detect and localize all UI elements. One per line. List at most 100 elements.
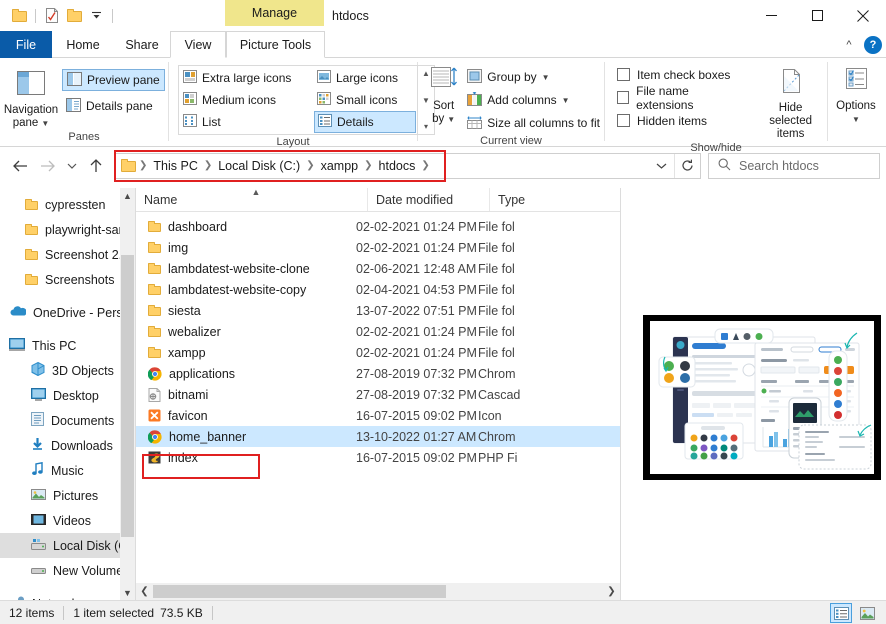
sidebar-item-music[interactable]: Music <box>0 458 135 483</box>
sidebar-item-onedrive[interactable]: OneDrive - Person <box>0 300 135 325</box>
breadcrumb-separator[interactable]: ❯ <box>363 160 373 171</box>
breadcrumb-separator[interactable]: ❯ <box>420 160 430 171</box>
minimize-button[interactable] <box>748 0 794 31</box>
add-columns-button[interactable]: Add columns ▼ <box>463 89 604 111</box>
tab-share[interactable]: Share <box>114 31 170 58</box>
help-icon[interactable]: ? <box>864 36 882 54</box>
navigation-pane-scrollbar[interactable]: ▲ ▼ <box>120 188 135 600</box>
column-header-name[interactable]: ▲ Name <box>136 188 368 211</box>
file-list-area: ▲ Name Date modified Type dashboard <box>136 188 620 600</box>
back-button[interactable] <box>6 153 34 179</box>
size-all-columns-button[interactable]: Size all columns to fit <box>463 112 604 134</box>
sidebar-item-3d-objects[interactable]: 3D Objects <box>0 358 135 383</box>
breadcrumb-separator[interactable]: ❯ <box>305 160 315 171</box>
group-by-button[interactable]: Group by ▼ <box>463 66 604 88</box>
contextual-tab-manage[interactable]: Manage <box>225 0 324 26</box>
recent-locations-button[interactable] <box>62 153 82 179</box>
breadcrumb-separator[interactable]: ❯ <box>203 160 213 171</box>
close-button[interactable] <box>840 0 886 31</box>
navigation-pane-button[interactable]: Navigation pane ▼ <box>0 63 62 130</box>
preview-pane-button[interactable]: Preview pane <box>62 69 165 91</box>
layout-large-icons[interactable]: Large icons <box>314 67 416 89</box>
sidebar-item-cypressten[interactable]: cypressten <box>0 192 135 217</box>
file-list-horizontal-scrollbar[interactable]: ❮ ❯ <box>136 583 620 600</box>
table-row[interactable]: applications 27-08-2019 07:32 PM Chrom <box>136 363 620 384</box>
table-row[interactable]: siesta 13-07-2022 07:51 PM File fol <box>136 300 620 321</box>
table-row[interactable]: dashboard 02-02-2021 01:24 PM File fol <box>136 216 620 237</box>
layout-extra-large-icons[interactable]: Extra large icons <box>180 67 314 89</box>
search-icon <box>718 158 731 174</box>
forward-button[interactable] <box>34 153 62 179</box>
sidebar-item-local-disk-c[interactable]: Local Disk (C:) <box>0 533 135 558</box>
file-date-cell: 02-02-2021 01:24 PM <box>356 346 478 360</box>
layout-list[interactable]: List <box>180 111 314 133</box>
sidebar-item-desktop[interactable]: Desktop <box>0 383 135 408</box>
breadcrumb-item-this-pc[interactable]: This PC <box>148 159 202 173</box>
scrollbar-thumb[interactable] <box>153 585 446 598</box>
large-icons-view-button[interactable] <box>856 603 878 623</box>
layout-small-icons[interactable]: Small icons <box>314 89 416 111</box>
tab-home[interactable]: Home <box>52 31 114 58</box>
layout-medium-icons[interactable]: Medium icons <box>180 89 314 111</box>
table-row[interactable]: bitnami 27-08-2019 07:32 PM Cascad <box>136 384 620 405</box>
options-button[interactable]: Options ▼ <box>828 64 884 126</box>
scroll-down-icon[interactable]: ▼ <box>120 585 135 600</box>
address-dropdown-icon[interactable] <box>648 154 674 178</box>
folder-icon <box>148 305 161 316</box>
table-row[interactable]: favicon 16-07-2015 09:02 PM Icon <box>136 405 620 426</box>
tab-view[interactable]: View <box>170 31 226 58</box>
sidebar-item-screenshot-2-0[interactable]: Screenshot 2.0 <box>0 242 135 267</box>
details-view-button[interactable] <box>830 603 852 623</box>
table-row[interactable]: lambdatest-website-copy 02-04-2021 04:53… <box>136 279 620 300</box>
hidden-items-checkbox[interactable]: Hidden items <box>615 109 740 132</box>
drive-icon <box>31 563 46 579</box>
table-row[interactable]: lambdatest-website-clone 02-06-2021 12:4… <box>136 258 620 279</box>
tab-file[interactable]: File <box>0 31 52 58</box>
column-header-type[interactable]: Type <box>490 188 590 211</box>
table-row[interactable]: index 16-07-2015 09:02 PM PHP Fi <box>136 447 620 468</box>
maximize-button[interactable] <box>794 0 840 31</box>
column-header-date-modified[interactable]: Date modified <box>368 188 490 211</box>
details-pane-button[interactable]: Details pane <box>62 95 165 117</box>
sidebar-item-videos[interactable]: Videos <box>0 508 135 533</box>
table-row[interactable]: webalizer 02-02-2021 01:24 PM File fol <box>136 321 620 342</box>
chevron-down-icon: ▼ <box>41 117 49 130</box>
folder-icon <box>25 274 38 285</box>
ribbon-group-show-hide: Item check boxes File name extensions Hi… <box>605 58 827 147</box>
scrollbar-thumb[interactable] <box>121 255 134 537</box>
table-row[interactable]: xampp 02-02-2021 01:24 PM File fol <box>136 342 620 363</box>
sidebar-item-this-pc[interactable]: This PC <box>0 333 135 358</box>
sidebar-item-new-volume-d[interactable]: New Volume (D: <box>0 558 135 583</box>
file-date-cell: 27-08-2019 07:32 PM <box>356 388 478 402</box>
scroll-up-icon[interactable]: ▲ <box>120 188 135 203</box>
sidebar-item-playwright-sam[interactable]: playwright-sam <box>0 217 135 242</box>
table-row[interactable]: img 02-02-2021 01:24 PM File fol <box>136 237 620 258</box>
refresh-icon[interactable] <box>674 154 700 178</box>
up-button[interactable] <box>82 153 110 179</box>
breadcrumb[interactable]: ❯ This PC ❯ Local Disk (C:) ❯ xampp ❯ ht… <box>114 153 701 179</box>
sidebar-item-network[interactable]: Network <box>0 591 135 600</box>
folder-icon[interactable] <box>8 5 30 27</box>
new-folder-icon[interactable] <box>63 5 85 27</box>
layout-details[interactable]: Details <box>314 111 416 133</box>
properties-icon[interactable] <box>41 5 63 27</box>
sidebar-item-downloads[interactable]: Downloads <box>0 433 135 458</box>
scroll-left-icon[interactable]: ❮ <box>136 583 153 600</box>
breadcrumb-item-local-disk[interactable]: Local Disk (C:) <box>213 159 305 173</box>
search-input[interactable]: Search htdocs <box>708 153 880 179</box>
collapse-ribbon-icon[interactable]: ^ <box>840 35 858 55</box>
hide-selected-items-button[interactable]: Hide selected items <box>754 63 827 141</box>
breadcrumb-item-htdocs[interactable]: htdocs <box>374 159 421 173</box>
breadcrumb-item-xampp[interactable]: xampp <box>316 159 364 173</box>
customize-caret-icon[interactable] <box>85 5 107 27</box>
scroll-right-icon[interactable]: ❯ <box>603 583 620 600</box>
table-row[interactable]: home_banner 13-10-2022 01:27 AM Chrom <box>136 426 620 447</box>
sidebar-item-screenshots[interactable]: Screenshots <box>0 267 135 292</box>
ribbon-tab-strip: File Home Share View Picture Tools ^ ? <box>0 31 886 58</box>
sort-by-button[interactable]: Sort by ▼ <box>424 63 463 126</box>
desktop-icon <box>31 388 46 404</box>
sidebar-item-pictures[interactable]: Pictures <box>0 483 135 508</box>
file-name-extensions-checkbox[interactable]: File name extensions <box>615 86 740 109</box>
tab-picture-tools[interactable]: Picture Tools <box>226 31 325 58</box>
sidebar-item-documents[interactable]: Documents <box>0 408 135 433</box>
